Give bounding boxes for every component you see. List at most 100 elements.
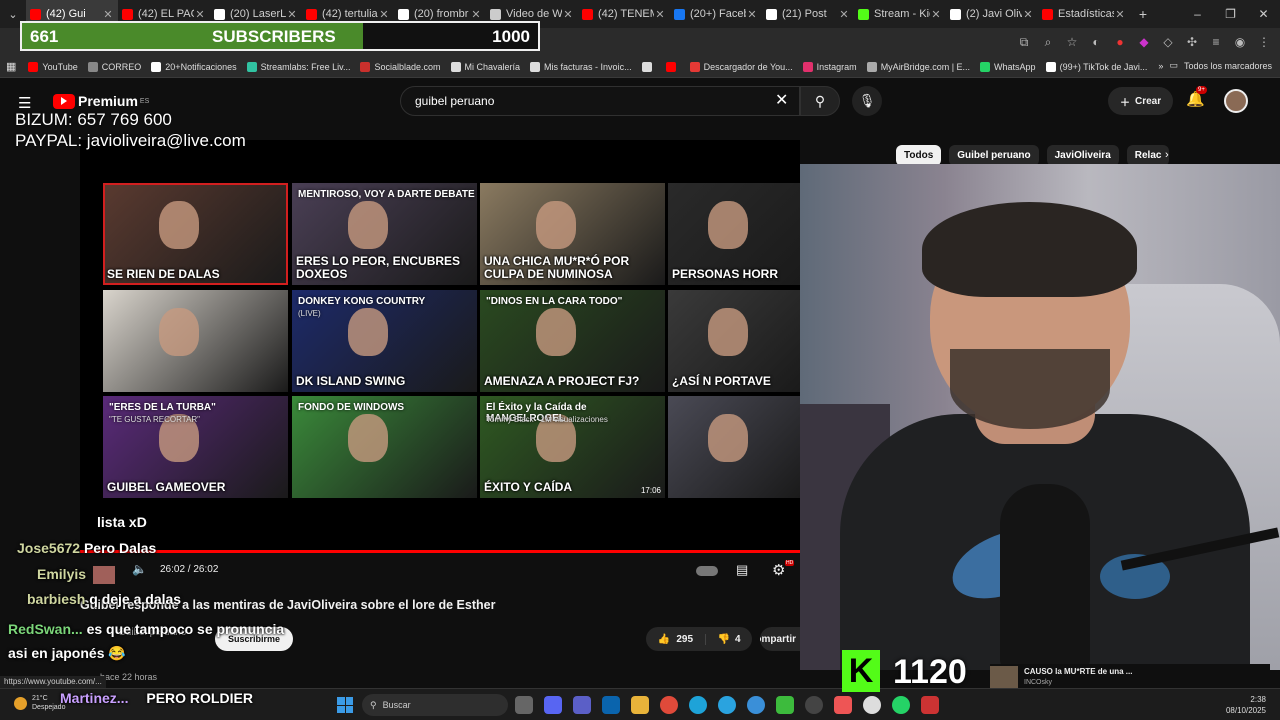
settings-gear-icon[interactable]: ⚙ [772, 561, 785, 579]
voice-search-button[interactable]: 🎙 [852, 86, 882, 116]
file-explorer-icon[interactable] [631, 696, 649, 714]
bookmark-item[interactable]: Socialblade.com [360, 61, 441, 72]
profile-icon[interactable]: ◉ [1232, 34, 1248, 50]
app-icon[interactable] [834, 696, 852, 714]
search-button[interactable]: ⚲ [800, 86, 840, 116]
chrome-icon[interactable] [660, 696, 678, 714]
app-icon[interactable] [921, 696, 939, 714]
bookmark-item[interactable] [665, 61, 680, 72]
close-tab-icon[interactable]: ✕ [746, 8, 758, 21]
taskbar-search[interactable]: ⚲ Buscar [362, 694, 508, 716]
system-clock[interactable]: 2:38 08/10/2025 [1226, 694, 1266, 716]
endscreen-video-thumbnail[interactable]: ¿ASÍ N PORTAVE [668, 290, 800, 392]
close-tab-icon[interactable]: ✕ [930, 8, 942, 21]
browser-tab[interactable]: (20+) Facebo✕ [670, 0, 762, 28]
account-avatar[interactable] [1224, 89, 1248, 113]
task-view-icon[interactable] [515, 696, 533, 714]
screenshot-icon[interactable]: ⧉ [1016, 34, 1032, 50]
browser-tab[interactable]: Stream - Kic ✕ [854, 0, 946, 28]
endscreen-video-thumbnail[interactable]: "DINOS EN LA CARA TODO" AMENAZA A PROJECT… [480, 290, 665, 392]
browser-tab[interactable]: (42) TENEM ✕ [578, 0, 670, 28]
create-button[interactable]: ＋ Crear [1108, 87, 1174, 115]
bookmark-item[interactable]: Instagram [802, 61, 857, 72]
close-tab-icon[interactable]: ✕ [286, 8, 298, 21]
video-progress-bar[interactable] [80, 550, 800, 553]
volume-icon[interactable]: 🔈 [132, 562, 147, 576]
apps-grid-icon[interactable]: ▦ [6, 60, 16, 73]
close-tab-icon[interactable]: ✕ [378, 8, 390, 21]
browser-tab[interactable]: Estadísticas ✕ [1038, 0, 1130, 28]
chip-relacionados[interactable]: Relac [1126, 145, 1170, 166]
new-tab-button[interactable]: + [1130, 6, 1156, 22]
close-tab-icon[interactable]: ✕ [1114, 8, 1126, 21]
endscreen-video-thumbnail[interactable]: PERSONAS HORR [668, 183, 800, 285]
chip-todos[interactable]: Todos [896, 145, 942, 166]
bookmark-item[interactable]: WhatsApp [980, 61, 1036, 72]
chips-next-chevron-icon[interactable]: › [1165, 149, 1169, 161]
menu-kebab-icon[interactable]: ⋮ [1256, 34, 1272, 50]
close-tab-icon[interactable]: ✕ [654, 8, 666, 21]
endscreen-video-thumbnail[interactable]: DONKEY KONG COUNTRY (LIVE) DK ISLAND SWING [292, 290, 477, 392]
endscreen-video-thumbnail[interactable]: FONDO DE WINDOWS [292, 396, 477, 498]
notifications-button[interactable]: 🔔 9+ [1186, 86, 1207, 108]
dislike-button[interactable]: 👎 4 [706, 634, 752, 645]
discord-icon[interactable] [544, 696, 562, 714]
share-button[interactable]: ↪Compartir [760, 627, 800, 651]
reading-list-icon[interactable]: ≡ [1208, 34, 1224, 50]
endscreen-video-thumbnail[interactable] [668, 396, 800, 498]
extension-icon[interactable]: ● [1112, 34, 1128, 50]
outlook-icon[interactable] [602, 696, 620, 714]
endscreen-video-thumbnail[interactable]: MENTIROSO, VOY A DARTE DEBATE ERES LO PEO… [292, 183, 477, 285]
autoplay-toggle[interactable] [696, 566, 718, 576]
related-video[interactable]: CAUSO la MU*RTE de una ... INCOsky [990, 664, 1270, 690]
like-button[interactable]: 👍 295 [646, 633, 706, 645]
endscreen-video-thumbnail[interactable]: UNA CHICA MU*R*Ó POR CULPA DE NUMINOSA [480, 183, 665, 285]
telegram-icon[interactable] [718, 696, 736, 714]
restore-icon[interactable]: ❐ [1214, 0, 1247, 28]
extensions-puzzle-icon[interactable]: ✣ [1184, 34, 1200, 50]
minimize-icon[interactable]: – [1181, 0, 1214, 28]
bookmark-item[interactable]: Streamlabs: Free Liv... [246, 61, 350, 72]
app-green-icon[interactable] [776, 696, 794, 714]
close-tab-icon[interactable]: ✕ [102, 8, 114, 21]
bookmark-item[interactable]: YouTube [28, 61, 78, 72]
obs-icon[interactable] [805, 696, 823, 714]
extension-icon[interactable]: ◇ [1160, 34, 1176, 50]
whatsapp-icon[interactable] [892, 696, 910, 714]
endscreen-video-thumbnail[interactable]: SE RIEN DE DALAS [103, 183, 288, 285]
clear-search-icon[interactable]: ✕ [775, 90, 788, 110]
teams-icon[interactable] [573, 696, 591, 714]
bookmark-item[interactable]: CORREO [87, 61, 141, 72]
close-tab-icon[interactable]: ✕ [194, 8, 206, 21]
bookmark-star-icon[interactable]: ☆ [1064, 34, 1080, 50]
endscreen-video-thumbnail[interactable] [103, 290, 288, 392]
subtitles-icon[interactable]: ▤ [736, 562, 748, 578]
browser-tab[interactable]: (21) Post ✕ [762, 0, 854, 28]
close-tab-icon[interactable]: ✕ [838, 8, 850, 21]
close-window-icon[interactable]: ✕ [1247, 0, 1280, 28]
chip-guibel-peruano[interactable]: Guibel peruano [949, 145, 1039, 166]
close-tab-icon[interactable]: ✕ [1022, 8, 1034, 21]
zoom-icon[interactable]: ⌕ [1040, 34, 1056, 50]
bookmark-item[interactable]: Mi Chavalería [450, 61, 520, 72]
edge-icon[interactable] [689, 696, 707, 714]
all-bookmarks[interactable]: » ▭ Todos los marcadores [1158, 60, 1272, 71]
browser-app-icon[interactable] [747, 696, 765, 714]
chip-javioliveira[interactable]: JaviOliveira [1046, 145, 1119, 166]
endscreen-video-thumbnail[interactable]: El Éxito y la Caída de MANGELROGEL Tommy … [480, 396, 665, 498]
bookmark-item[interactable]: 20+Notificaciones [151, 61, 237, 72]
bookmark-item[interactable]: Mis facturas - Invoic... [530, 61, 632, 72]
weather-widget[interactable]: 21°C Despejado [14, 694, 65, 712]
close-tab-icon[interactable]: ✕ [562, 8, 574, 21]
overflow-chevron-icon[interactable]: » [1158, 61, 1163, 71]
bookmark-item[interactable] [641, 61, 656, 72]
bookmark-item[interactable]: (99+) TikTok de Javi... [1045, 61, 1147, 72]
close-tab-icon[interactable]: ✕ [470, 8, 482, 21]
bookmark-item[interactable]: MyAirBridge.com | E... [866, 61, 970, 72]
youtube-logo[interactable]: Premium ES [53, 93, 149, 109]
search-input[interactable]: guibel peruano [400, 86, 800, 116]
extension-icon[interactable]: ◆ [1136, 34, 1152, 50]
extension-icon[interactable]: ◐ [1088, 34, 1104, 50]
app-icon[interactable] [863, 696, 881, 714]
bookmark-item[interactable]: Descargador de You... [689, 61, 793, 72]
